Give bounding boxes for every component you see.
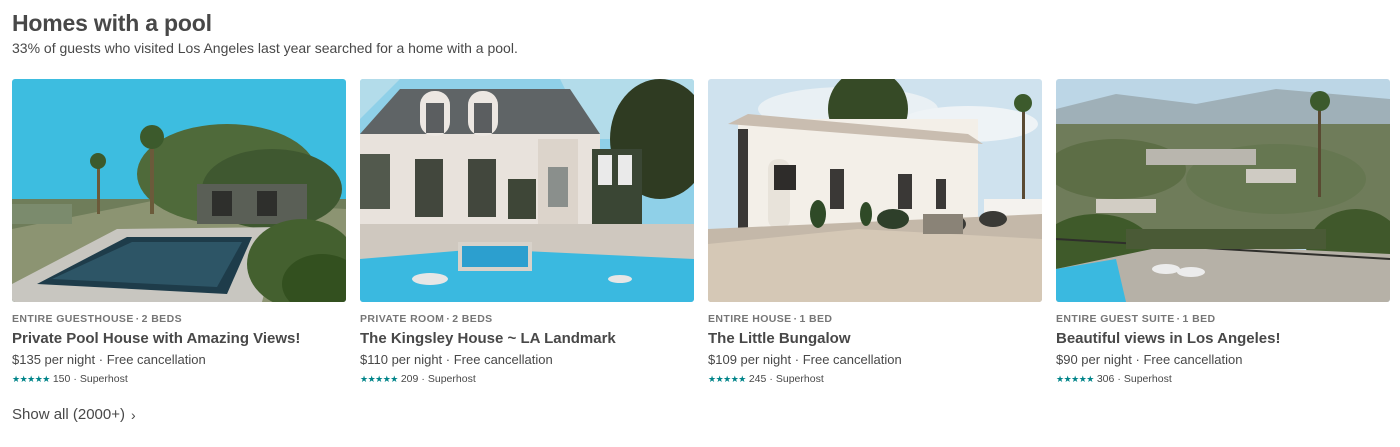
listing-price: $135 per night · Free cancellation [12,352,206,367]
listing-card[interactable]: ENTIRE GUEST SUITE · 1 BED Beautiful views… [1056,79,1390,387]
listing-name[interactable]: The Kingsley House ~ LA Landmark [360,330,694,350]
listing-price: $90 per night · Free cancellation [1056,352,1243,367]
cancellation-policy: Free cancellation [453,352,553,367]
listing-price: $109 per night · Free cancellation [708,352,902,367]
listing-rating: ★★★★★ 209 · Superhost [360,373,694,387]
listing-cards: ENTIRE GUESTHOUSE · 2 BEDS Private Pool Ho… [12,79,1390,387]
review-count: 209 [400,373,419,385]
star-rating-icon: ★★★★★ [708,374,746,384]
cancellation-policy: Free cancellation [106,352,206,367]
separator-dot: · [793,313,798,325]
superhost-badge: Superhost [1123,373,1172,385]
superhost-badge: Superhost [427,373,476,385]
separator-dot: · [446,313,451,325]
listing-type: PRIVATE ROOM [360,313,445,325]
listing-card[interactable]: PRIVATE ROOM · 2 BEDS The Kingsley House ~… [360,79,694,387]
separator-dot: · [421,373,425,385]
review-count: 150 [52,373,71,385]
separator-dot: · [135,313,140,325]
listing-kicker: ENTIRE GUEST SUITE · 1 BED [1056,313,1390,327]
cancellation-policy: Free cancellation [1143,352,1243,367]
listing-kicker: ENTIRE HOUSE · 1 BED [708,313,1042,327]
cancellation-policy: Free cancellation [802,352,902,367]
show-all-label: Show all (2000+) [12,406,125,423]
listing-rating: ★★★★★ 306 · Superhost [1056,373,1390,387]
listing-beds: 1 BED [799,313,833,325]
listing-type: ENTIRE GUEST SUITE [1056,313,1175,325]
separator-dot: · [1176,313,1181,325]
listing-photo[interactable] [708,79,1042,302]
price-per-night: $135 per night [12,352,96,367]
listing-card[interactable]: ENTIRE HOUSE · 1 BED The Little Bungalow $… [708,79,1042,387]
listing-kicker: ENTIRE GUESTHOUSE · 2 BEDS [12,313,346,327]
review-count: 245 [748,373,767,385]
listing-price: $110 per night · Free cancellation [360,352,553,367]
superhost-badge: Superhost [79,373,128,385]
listing-card[interactable]: ENTIRE GUESTHOUSE · 2 BEDS Private Pool Ho… [12,79,346,387]
listing-kicker: PRIVATE ROOM · 2 BEDS [360,313,694,327]
chevron-right-icon: › [130,406,136,423]
star-rating-icon: ★★★★★ [360,374,398,384]
listing-beds: 2 BEDS [141,313,182,325]
separator-dot: · [769,373,773,385]
listing-beds: 2 BEDS [452,313,493,325]
superhost-badge: Superhost [775,373,824,385]
price-per-night: $110 per night [360,352,443,367]
listing-photo[interactable] [12,79,346,302]
listing-photo[interactable] [1056,79,1390,302]
star-rating-icon: ★★★★★ [1056,374,1094,384]
review-count: 306 [1096,373,1115,385]
listing-rating: ★★★★★ 245 · Superhost [708,373,1042,387]
listing-name[interactable]: Private Pool House with Amazing Views! [12,330,346,350]
separator-dot: · [1117,373,1121,385]
section-subtitle: 33% of guests who visited Los Angeles la… [12,40,518,56]
price-per-night: $90 per night [1056,352,1132,367]
section-title: Homes with a pool [12,10,212,36]
listing-type: ENTIRE GUESTHOUSE [12,313,134,325]
listing-type: ENTIRE HOUSE [708,313,792,325]
star-rating-icon: ★★★★★ [12,374,50,384]
price-per-night: $109 per night [708,352,792,367]
show-all-link[interactable]: Show all (2000+) › [12,406,136,423]
listing-name[interactable]: The Little Bungalow [708,330,1042,350]
listing-name[interactable]: Beautiful views in Los Angeles! [1056,330,1390,350]
listing-rating: ★★★★★ 150 · Superhost [12,373,346,387]
listing-photo[interactable] [360,79,694,302]
listing-beds: 1 BED [1182,313,1216,325]
separator-dot: · [73,373,77,385]
homes-with-pool-section: Homes with a pool 33% of guests who visi… [0,0,1400,447]
